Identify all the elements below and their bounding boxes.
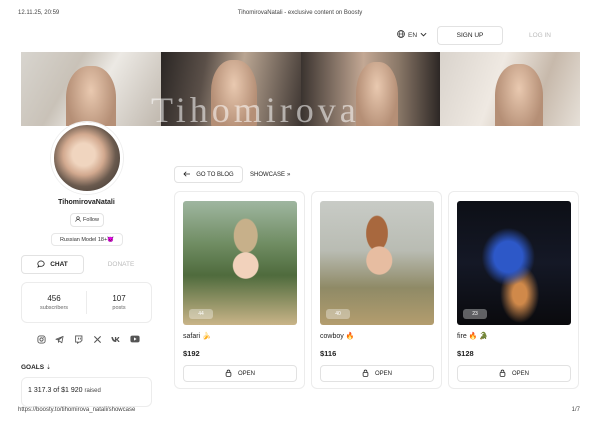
stat-value: 107	[112, 294, 126, 303]
showcase-tab[interactable]: SHOWCASE »	[250, 166, 290, 183]
goals-heading-label: GOALS	[21, 364, 45, 371]
profile-tagline: Russian Model 18+😈	[51, 233, 123, 246]
showcase-card[interactable]: 44 safari 🍌 $192 OPEN	[174, 191, 305, 389]
profile-name: TihomirovaNatali	[58, 199, 115, 206]
youtube-icon[interactable]	[130, 334, 140, 344]
stat-posts: 107 posts	[87, 283, 151, 322]
post-title: fire 🔥 🐊	[457, 333, 489, 340]
language-label: EN	[408, 31, 418, 39]
open-label: OPEN	[374, 370, 392, 377]
goal-suffix: raised	[84, 388, 101, 394]
goal-amount: 1 317.3 of $1 920	[28, 387, 83, 394]
photo-count-badge: 40	[326, 309, 350, 319]
post-title: safari 🍌	[183, 333, 211, 340]
stat-subscribers: 456 subscribers	[22, 283, 86, 322]
cover-photo	[21, 52, 161, 126]
post-image[interactable]: 40	[320, 201, 434, 325]
print-page-number: 1/7	[571, 407, 580, 413]
follow-button[interactable]: Follow	[70, 213, 104, 227]
globe-icon	[397, 30, 405, 40]
goal-card: 1 317.3 of $1 920 raised	[21, 377, 152, 407]
cover-text: Tihomirova	[151, 90, 360, 126]
lock-icon	[499, 369, 506, 379]
post-price: $192	[183, 349, 200, 358]
goals-heading: GOALS ⇣	[21, 364, 51, 371]
go-to-blog-button[interactable]: GO TO BLOG	[174, 166, 243, 183]
social-links	[36, 334, 140, 344]
stat-value: 456	[47, 294, 61, 303]
arrow-down-icon: ⇣	[45, 365, 51, 371]
language-selector[interactable]: EN	[397, 29, 427, 41]
double-chevron-right-icon: »	[287, 171, 291, 178]
post-price: $128	[457, 349, 474, 358]
post-image[interactable]: 23	[457, 201, 571, 325]
avatar	[51, 122, 123, 194]
twitch-icon[interactable]	[74, 334, 84, 344]
lock-icon	[362, 369, 369, 379]
stat-label: posts	[112, 305, 126, 311]
post-price: $116	[320, 349, 337, 358]
chat-label: CHAT	[50, 261, 68, 268]
showcase-card[interactable]: 40 cowboy 🔥 $116 OPEN	[311, 191, 442, 389]
donate-button[interactable]: DONATE	[90, 255, 152, 274]
post-title: cowboy 🔥	[320, 333, 355, 340]
showcase-card[interactable]: 23 fire 🔥 🐊 $128 OPEN	[448, 191, 579, 389]
chat-button[interactable]: CHAT	[21, 255, 84, 274]
open-label: OPEN	[237, 370, 255, 377]
chevron-down-icon	[420, 32, 427, 39]
user-icon	[75, 216, 81, 224]
chat-bubble-icon	[37, 260, 45, 270]
open-button[interactable]: OPEN	[320, 365, 434, 382]
post-image[interactable]: 44	[183, 201, 297, 325]
arrow-left-icon	[183, 170, 191, 179]
showcase-label: SHOWCASE	[250, 171, 286, 178]
signup-button[interactable]: SIGN UP	[437, 26, 503, 45]
vk-icon[interactable]	[111, 334, 121, 344]
lock-icon	[225, 369, 232, 379]
cover-banner: Tihomirova	[21, 52, 580, 126]
open-label: OPEN	[511, 370, 529, 377]
follow-label: Follow	[83, 217, 99, 223]
print-url: https://boosty.to/tihomirova_natali/show…	[18, 407, 136, 413]
instagram-icon[interactable]	[36, 334, 46, 344]
telegram-icon[interactable]	[55, 334, 65, 344]
cover-photo	[440, 52, 580, 126]
open-button[interactable]: OPEN	[183, 365, 297, 382]
open-button[interactable]: OPEN	[457, 365, 571, 382]
photo-count-badge: 23	[463, 309, 487, 319]
photo-count-badge: 44	[189, 309, 213, 319]
print-title: TihomirovaNatali - exclusive content on …	[237, 10, 363, 16]
go-to-blog-label: GO TO BLOG	[196, 171, 234, 178]
x-icon[interactable]	[92, 334, 102, 344]
stat-label: subscribers	[39, 305, 69, 311]
login-button[interactable]: LOG IN	[520, 26, 560, 45]
stats-card: 456 subscribers 107 posts	[21, 282, 152, 323]
